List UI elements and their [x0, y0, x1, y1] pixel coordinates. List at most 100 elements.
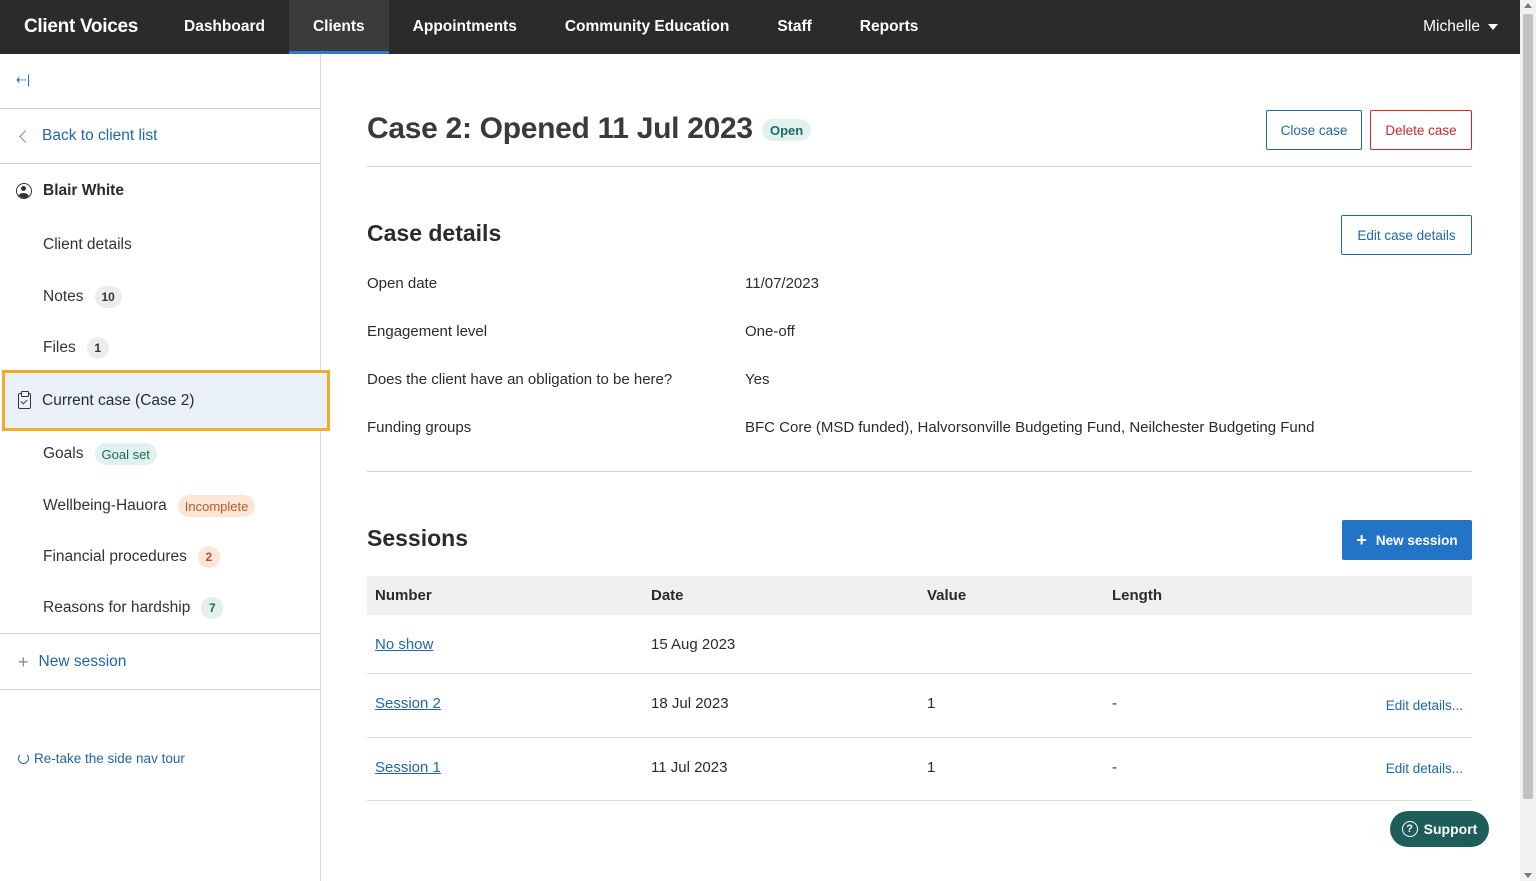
hardship-count-badge: 7: [201, 597, 224, 619]
divider: [367, 471, 1472, 472]
sidebar-item-label: Reasons for hardship: [43, 599, 191, 616]
retake-tour-link[interactable]: Re-take the side nav tour: [18, 751, 185, 766]
nav-reports[interactable]: Reports: [836, 0, 943, 54]
session-value: 1: [927, 759, 936, 776]
wellbeing-status-badge: Incomplete: [177, 495, 256, 517]
collapse-left-icon[interactable]: ⇠|: [16, 72, 30, 88]
nav-clients[interactable]: Clients: [288, 0, 389, 54]
sidebar-item-reasons-for-hardship[interactable]: Reasons for hardship 7: [43, 597, 224, 619]
detail-label: Does the client have an obligation to be…: [367, 371, 673, 388]
user-name: Michelle: [1423, 18, 1480, 35]
sidebar-item-label: Wellbeing-Hauora: [43, 497, 167, 514]
column-header-date: Date: [651, 587, 684, 604]
user-circle-icon: [16, 183, 32, 199]
sidebar-item-label: Financial procedures: [43, 548, 187, 565]
new-session-button[interactable]: + New session: [1342, 520, 1472, 560]
nav-community-education[interactable]: Community Education: [541, 0, 753, 54]
files-count-badge: 1: [86, 337, 109, 359]
new-session-label: New session: [38, 653, 127, 670]
refresh-icon: [18, 753, 29, 764]
support-button[interactable]: ? Support: [1390, 811, 1489, 847]
detail-label: Engagement level: [367, 323, 488, 340]
session-value: 1: [927, 695, 936, 712]
session-length: -: [1112, 759, 1117, 776]
session-length: -: [1112, 695, 1117, 712]
column-header-value: Value: [927, 587, 967, 604]
close-case-button[interactable]: Close case: [1266, 110, 1362, 150]
sidebar-item-label: Client details: [43, 236, 132, 253]
user-menu[interactable]: Michelle: [1423, 0, 1498, 54]
app-brand[interactable]: Client Voices: [0, 0, 160, 54]
sidebar-item-files[interactable]: Files 1: [43, 337, 109, 359]
divider: [367, 166, 1472, 167]
detail-value: One-off: [745, 323, 795, 340]
top-nav: Client Voices Dashboard Clients Appointm…: [0, 0, 1520, 54]
sessions-table: Number Date Value Length No show 15 Aug …: [367, 576, 1472, 801]
sidebar-item-label: Goals: [43, 445, 84, 462]
case-details-heading: Case details: [367, 220, 502, 246]
table-row: No show 15 Aug 2023: [367, 615, 1472, 674]
divider: [0, 689, 320, 690]
column-header-number: Number: [375, 587, 432, 604]
support-label: Support: [1423, 821, 1478, 837]
status-badge: Open: [762, 119, 812, 141]
nav-dashboard[interactable]: Dashboard: [160, 0, 289, 54]
back-link-label: Back to client list: [42, 127, 158, 144]
column-header-length: Length: [1112, 587, 1162, 604]
scrollbar-thumb[interactable]: [1523, 14, 1533, 799]
nav-appointments[interactable]: Appointments: [389, 0, 541, 54]
sidebar-item-label: Notes: [43, 288, 84, 305]
sidebar-item-financial-procedures[interactable]: Financial procedures 2: [43, 546, 220, 568]
session-date: 15 Aug 2023: [651, 636, 736, 653]
client-name: Blair White: [16, 182, 124, 200]
detail-value: 11/07/2023: [745, 275, 819, 292]
clipboard-icon: [18, 390, 31, 409]
sidebar-item-current-case[interactable]: Current case (Case 2): [2, 370, 330, 431]
scroll-up-arrow-icon[interactable]: [1524, 3, 1532, 8]
divider: [0, 163, 320, 164]
chevron-down-icon: [1488, 24, 1498, 30]
notes-count-badge: 10: [94, 286, 122, 308]
detail-value: Yes: [745, 371, 770, 388]
divider: [0, 108, 320, 109]
session-link-session-2[interactable]: Session 2: [375, 695, 441, 712]
detail-label: Open date: [367, 275, 438, 292]
vertical-scrollbar[interactable]: [1520, 0, 1536, 881]
chevron-left-icon: [19, 129, 32, 143]
scroll-down-arrow-icon[interactable]: [1524, 873, 1532, 878]
sidebar-new-session-link[interactable]: + New session: [18, 653, 126, 671]
table-header: Number Date Value Length: [367, 576, 1472, 615]
table-row: Session 1 11 Jul 2023 1 - Edit details..…: [367, 738, 1472, 801]
sidebar-item-label: Files: [43, 339, 76, 356]
edit-details-link[interactable]: Edit details...: [1386, 698, 1463, 713]
retake-tour-label: Re-take the side nav tour: [34, 751, 185, 766]
back-to-client-list-link[interactable]: Back to client list: [18, 127, 157, 145]
plus-icon: +: [1356, 530, 1367, 550]
sidebar-item-label: Current case (Case 2): [42, 391, 195, 409]
sidebar-item-client-details[interactable]: Client details: [43, 236, 132, 254]
session-link-session-1[interactable]: Session 1: [375, 759, 441, 776]
edit-details-link[interactable]: Edit details...: [1386, 761, 1463, 776]
page-title: Case 2: Opened 11 Jul 2023: [367, 112, 753, 145]
session-date: 18 Jul 2023: [651, 695, 729, 712]
financial-procedures-count-badge: 2: [197, 546, 220, 568]
nav-staff[interactable]: Staff: [753, 0, 835, 54]
help-icon: ?: [1401, 821, 1418, 837]
edit-case-details-button[interactable]: Edit case details: [1341, 215, 1472, 255]
session-date: 11 Jul 2023: [651, 759, 728, 776]
detail-label: Funding groups: [367, 419, 472, 436]
client-name-label: Blair White: [43, 182, 124, 199]
detail-value: BFC Core (MSD funded), Halvorsonville Bu…: [745, 419, 1315, 436]
plus-icon: +: [18, 652, 29, 672]
sessions-heading: Sessions: [367, 525, 468, 551]
table-row: Session 2 18 Jul 2023 1 - Edit details..…: [367, 674, 1472, 738]
new-session-button-label: New session: [1375, 532, 1458, 548]
divider: [0, 633, 320, 634]
goal-status-badge: Goal set: [94, 443, 157, 465]
sidebar-item-wellbeing[interactable]: Wellbeing-Hauora Incomplete: [43, 495, 256, 517]
side-nav: ⇠| Back to client list Blair White Clien…: [0, 54, 330, 881]
session-link-no-show[interactable]: No show: [375, 636, 433, 653]
sidebar-item-notes[interactable]: Notes 10: [43, 286, 122, 308]
delete-case-button[interactable]: Delete case: [1370, 110, 1472, 150]
sidebar-item-goals[interactable]: Goals Goal set: [43, 443, 157, 465]
